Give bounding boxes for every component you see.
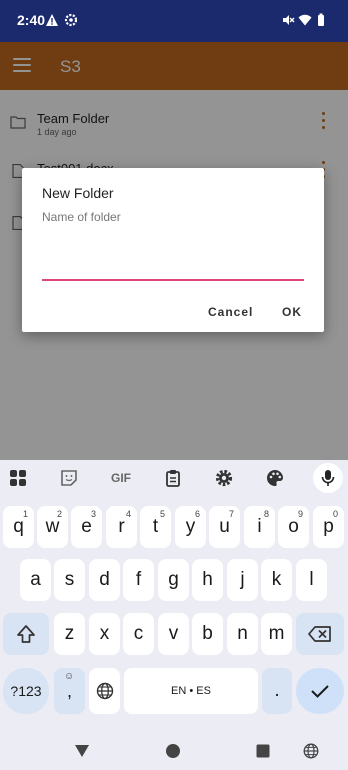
settings-icon <box>64 13 78 27</box>
key-p[interactable]: p0 <box>313 506 344 548</box>
key-i[interactable]: i8 <box>244 506 275 548</box>
key-t[interactable]: t5 <box>140 506 171 548</box>
ok-button[interactable]: OK <box>282 305 302 319</box>
navigation-bar <box>0 730 348 770</box>
key-y[interactable]: y6 <box>175 506 206 548</box>
key-w[interactable]: w2 <box>37 506 68 548</box>
key-c[interactable]: c <box>123 613 154 655</box>
battery-icon <box>318 13 324 26</box>
mic-icon <box>321 470 335 486</box>
key-z[interactable]: z <box>54 613 85 655</box>
key-a[interactable]: a <box>20 559 51 601</box>
new-folder-dialog: New Folder Name of folder Cancel OK <box>22 168 324 332</box>
emoji-hint-icon: ☺ <box>64 671 75 682</box>
symbols-key[interactable]: ?123 <box>3 668 49 714</box>
shift-icon <box>17 625 35 643</box>
keyboard-language-icon[interactable] <box>303 743 319 759</box>
key-o[interactable]: o9 <box>278 506 309 548</box>
clipboard-icon[interactable] <box>163 468 183 488</box>
key-v[interactable]: v <box>158 613 189 655</box>
key-h[interactable]: h <box>192 559 223 601</box>
status-bar: 2:40 <box>0 0 348 42</box>
key-k[interactable]: k <box>261 559 292 601</box>
folder-name-input[interactable] <box>42 209 304 281</box>
soft-keyboard: GIF q1 w2 e3 r4 t5 y6 u7 i8 o9 p0 a s d … <box>0 460 348 730</box>
wifi-icon <box>298 14 312 26</box>
status-time: 2:40 <box>17 12 46 28</box>
cancel-button[interactable]: Cancel <box>208 305 253 319</box>
space-key[interactable]: EN • ES <box>124 668 258 714</box>
key-b[interactable]: b <box>192 613 223 655</box>
key-u[interactable]: u7 <box>209 506 240 548</box>
gif-icon[interactable]: GIF <box>108 468 134 488</box>
language-key[interactable] <box>89 668 120 714</box>
recents-icon[interactable] <box>256 744 270 758</box>
home-icon[interactable] <box>165 743 181 759</box>
key-f[interactable]: f <box>123 559 154 601</box>
backspace-icon <box>308 626 331 642</box>
keyboard-toolbar: GIF <box>0 460 348 496</box>
mic-button[interactable] <box>313 463 343 493</box>
globe-icon <box>96 682 113 700</box>
checkmark-icon <box>311 685 329 698</box>
back-icon[interactable] <box>74 744 90 758</box>
period-key[interactable]: . <box>262 668 292 714</box>
comma-key[interactable]: , ☺ <box>54 668 85 714</box>
palette-icon[interactable] <box>265 468 285 488</box>
key-s[interactable]: s <box>54 559 85 601</box>
key-g[interactable]: g <box>158 559 189 601</box>
dialog-title: New Folder <box>42 185 114 201</box>
key-m[interactable]: m <box>261 613 292 655</box>
keyboard-settings-icon[interactable] <box>214 468 234 488</box>
key-d[interactable]: d <box>89 559 120 601</box>
backspace-key[interactable] <box>296 613 344 655</box>
enter-key[interactable] <box>296 668 344 714</box>
apps-icon[interactable] <box>8 468 28 488</box>
shift-key[interactable] <box>3 613 49 655</box>
alert-icon <box>46 14 58 26</box>
key-n[interactable]: n <box>227 613 258 655</box>
key-e[interactable]: e3 <box>71 506 102 548</box>
key-q[interactable]: q1 <box>3 506 34 548</box>
key-l[interactable]: l <box>296 559 327 601</box>
sticker-icon[interactable] <box>59 468 79 488</box>
mute-icon <box>283 15 295 25</box>
key-x[interactable]: x <box>89 613 120 655</box>
key-r[interactable]: r4 <box>106 506 137 548</box>
key-j[interactable]: j <box>227 559 258 601</box>
